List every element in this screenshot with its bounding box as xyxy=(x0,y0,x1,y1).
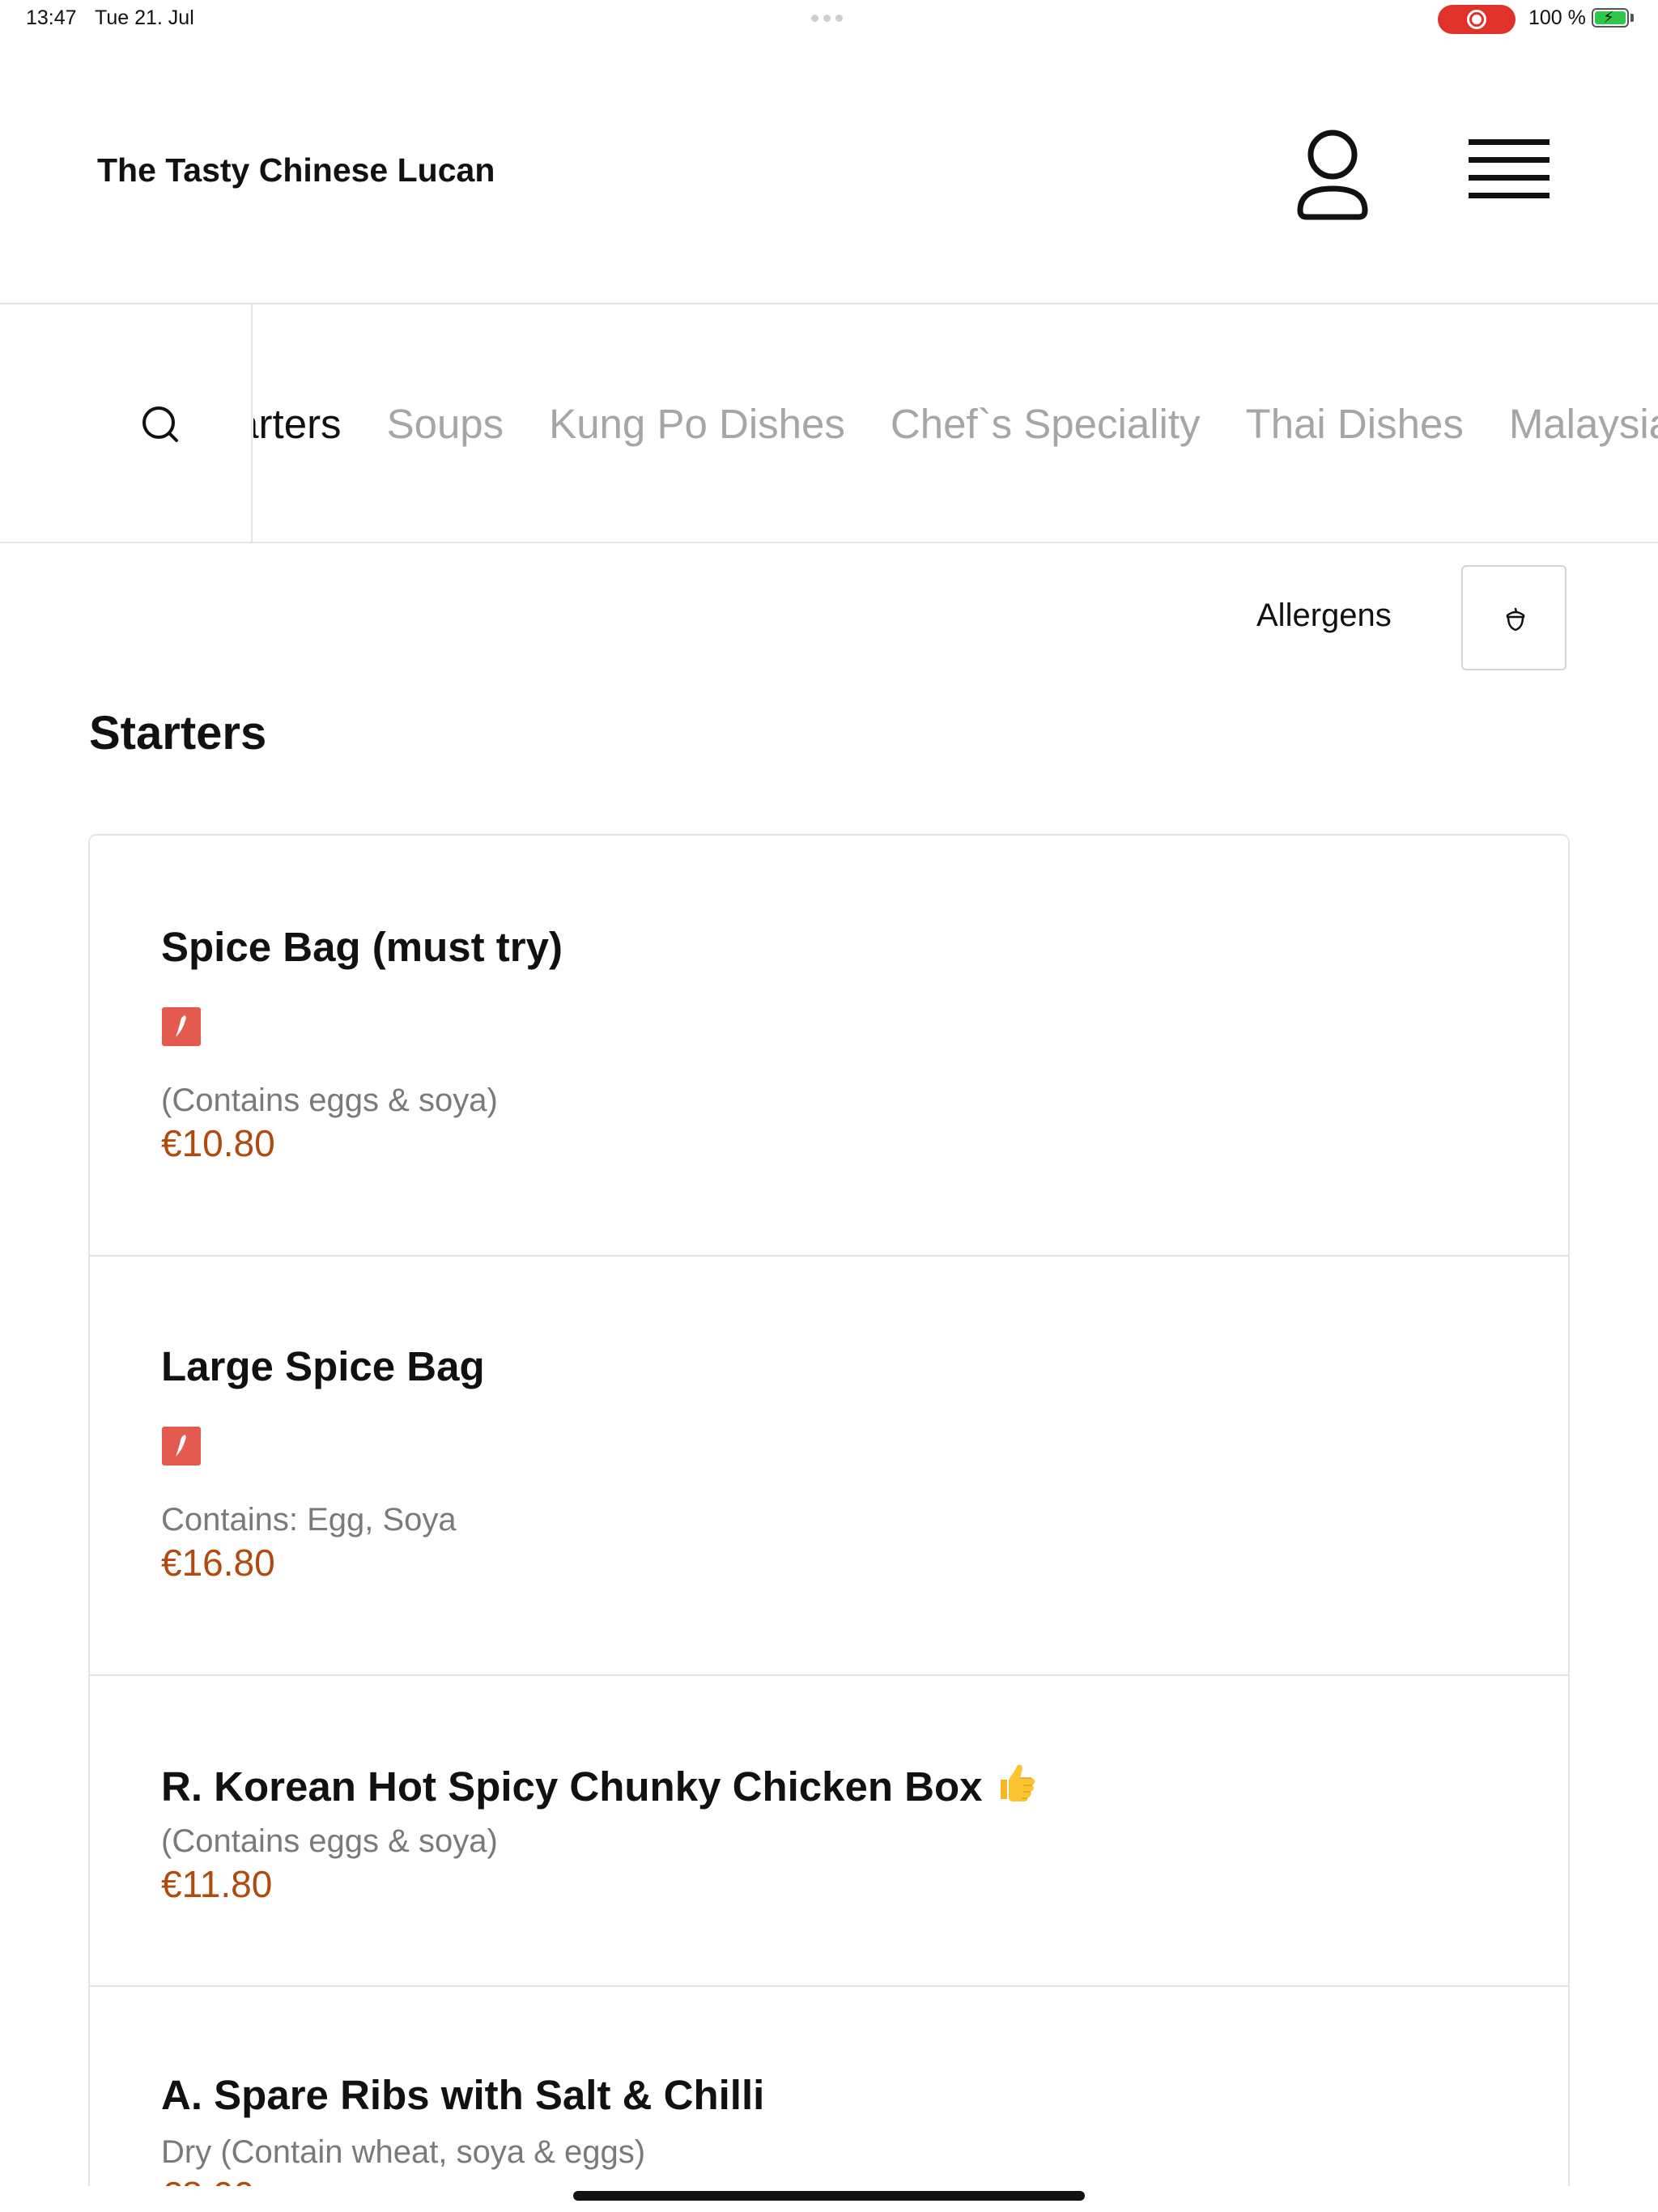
menu-item[interactable]: Spice Bag (must try) (Contains eggs & so… xyxy=(90,836,1568,1255)
search-divider xyxy=(251,304,253,542)
search-button[interactable] xyxy=(120,389,201,462)
search-icon xyxy=(142,406,178,442)
allergen-filter-button[interactable] xyxy=(1461,565,1567,670)
item-price: €11.80 xyxy=(161,1863,273,1905)
restaurant-title[interactable]: The Tasty Chinese Lucan xyxy=(97,151,495,189)
item-description: (Contains eggs & soya) xyxy=(161,1083,498,1118)
screen-recording-indicator[interactable] xyxy=(1438,5,1516,34)
item-name-row: R. Korean Hot Spicy Chunky Chicken Box xyxy=(161,1760,1038,1814)
status-time: 13:47 xyxy=(26,6,77,29)
tab-kung-po-dishes[interactable]: Kung Po Dishes xyxy=(549,400,845,448)
tab-thai-dishes[interactable]: Thai Dishes xyxy=(1246,400,1464,448)
item-name: Spice Bag (must try) xyxy=(161,924,563,970)
account-button[interactable] xyxy=(1292,125,1373,223)
chili-icon xyxy=(162,1427,201,1465)
tab-soups[interactable]: Soups xyxy=(387,400,504,448)
multitasking-dots[interactable] xyxy=(811,15,847,23)
battery-icon: ⚡ xyxy=(1592,8,1629,28)
item-name: Large Spice Bag xyxy=(161,1343,485,1389)
tabs-divider xyxy=(0,542,1658,543)
acorn-icon xyxy=(1506,607,1525,632)
section-title: Starters xyxy=(89,707,267,759)
chili-icon xyxy=(162,1007,201,1046)
menu-item[interactable]: Large Spice Bag Contains: Egg, Soya €16.… xyxy=(90,1255,1568,1674)
tab-starters[interactable]: Starters xyxy=(253,400,342,448)
tab-chefs-speciality[interactable]: Chef`s Speciality xyxy=(891,400,1201,448)
allergens-label[interactable]: Allergens xyxy=(1256,598,1392,634)
item-price: €16.80 xyxy=(161,1542,275,1584)
status-date: Tue 21. Jul xyxy=(95,6,194,29)
item-name: R. Korean Hot Spicy Chunky Chicken Box xyxy=(161,1763,983,1810)
item-price: €8.00 xyxy=(161,2173,254,2186)
home-indicator[interactable] xyxy=(573,2191,1085,2201)
menu-item[interactable]: R. Korean Hot Spicy Chunky Chicken Box (… xyxy=(90,1674,1568,1985)
battery-percentage: 100 % xyxy=(1528,6,1586,29)
item-price: €10.80 xyxy=(161,1122,275,1164)
battery-cap xyxy=(1630,14,1634,22)
item-description: Dry (Contain wheat, soya & eggs) xyxy=(161,2134,646,2170)
thumbs-up-icon xyxy=(994,1760,1038,1814)
person-icon xyxy=(1297,130,1368,220)
category-tabs[interactable]: Starters Soups Kung Po Dishes Chef`s Spe… xyxy=(253,304,1658,542)
menu-item[interactable]: A. Spare Ribs with Salt & Chilli Dry (Co… xyxy=(90,1985,1568,2186)
item-name: A. Spare Ribs with Salt & Chilli xyxy=(161,2072,765,2118)
item-description: (Contains eggs & soya) xyxy=(161,1823,498,1859)
item-description: Contains: Egg, Soya xyxy=(161,1502,457,1538)
hamburger-menu-button[interactable] xyxy=(1462,130,1559,211)
menu-item-list: Spice Bag (must try) (Contains eggs & so… xyxy=(88,834,1570,2186)
tab-malaysian-dishes[interactable]: Malaysian Dishes xyxy=(1509,400,1658,448)
